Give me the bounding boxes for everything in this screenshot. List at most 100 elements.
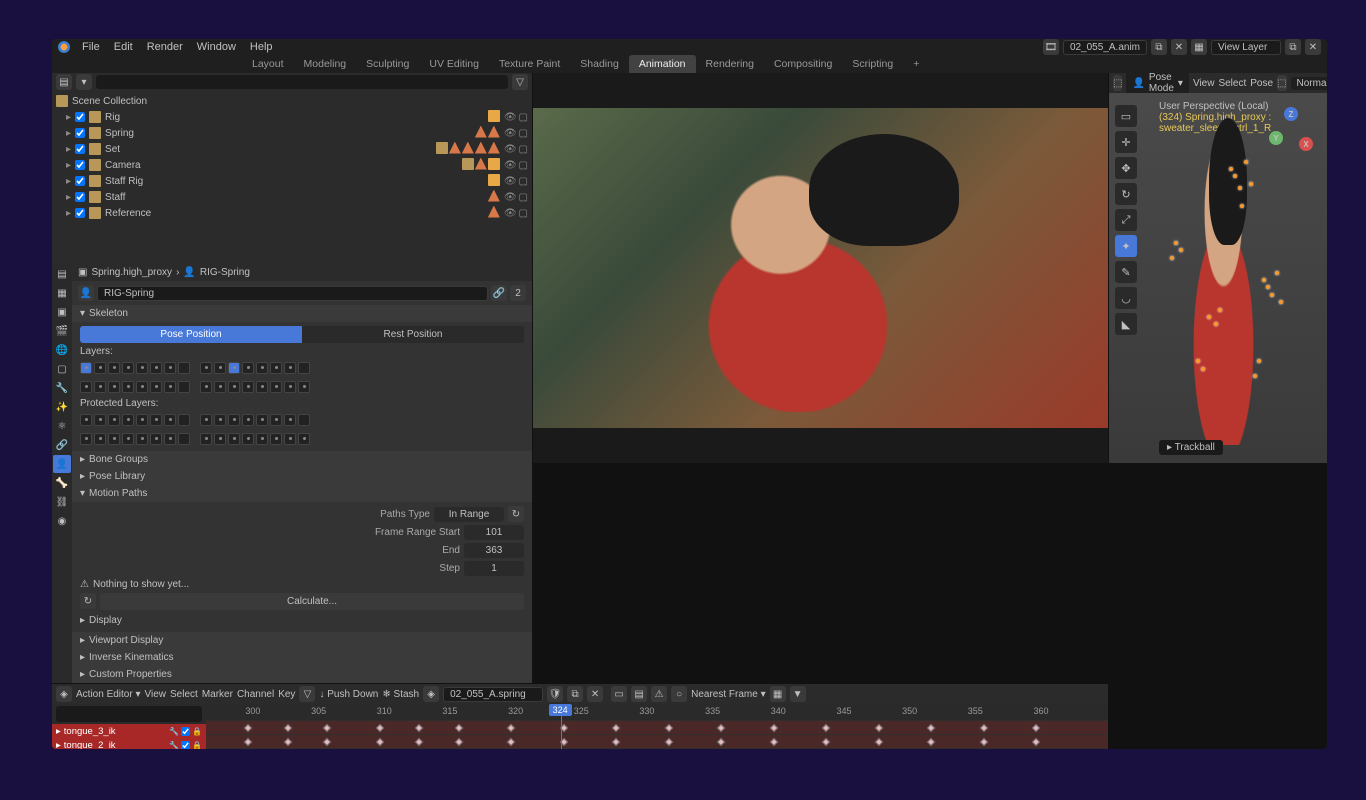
snap-mode-dropdown[interactable]: Nearest Frame ▾ bbox=[691, 689, 766, 700]
keyframe[interactable] bbox=[822, 738, 830, 746]
eye-icon[interactable]: 👁 bbox=[504, 192, 517, 203]
channel-mute-checkbox[interactable] bbox=[181, 727, 190, 736]
keyframe[interactable] bbox=[980, 724, 988, 732]
prop-tab-physics-icon[interactable]: ⚛ bbox=[53, 417, 71, 435]
ds-show-sliders-icon[interactable]: ▦ bbox=[770, 686, 786, 702]
axis-y-icon[interactable]: Y bbox=[1269, 131, 1283, 145]
collection-enable-checkbox[interactable] bbox=[75, 208, 85, 218]
viewlayer-delete-icon[interactable]: ✕ bbox=[1305, 39, 1321, 55]
dopesheet-ruler[interactable]: 300305310315320325330335340345350355360 bbox=[206, 704, 1108, 720]
keyframe[interactable] bbox=[454, 724, 462, 732]
collection-enable-checkbox[interactable] bbox=[75, 128, 85, 138]
prop-tab-viewlayer-icon[interactable]: ▣ bbox=[53, 303, 71, 321]
key-row[interactable] bbox=[206, 734, 1108, 748]
render-visible-icon[interactable]: ▢ bbox=[519, 112, 528, 123]
render-visible-icon[interactable]: ▢ bbox=[519, 176, 528, 187]
lock-icon[interactable]: 🔒 bbox=[192, 727, 202, 736]
eye-icon[interactable]: 👁 bbox=[504, 128, 517, 139]
armature-layers-row2[interactable] bbox=[80, 381, 524, 393]
eye-icon[interactable]: 👁 bbox=[504, 160, 517, 171]
viewlayer-new-icon[interactable]: ⧉ bbox=[1285, 39, 1301, 55]
menu-edit[interactable]: Edit bbox=[108, 39, 139, 55]
scene-browse-icon[interactable]: 🎞 bbox=[1043, 39, 1059, 55]
menu-help[interactable]: Help bbox=[244, 39, 279, 55]
keyframe[interactable] bbox=[323, 738, 331, 746]
nav-gizmo[interactable]: Z X Y bbox=[1269, 107, 1313, 151]
fake-user-icon[interactable]: 🛡 bbox=[547, 686, 563, 702]
eye-icon[interactable]: 👁 bbox=[504, 144, 517, 155]
filter-icon[interactable]: ▽ bbox=[512, 74, 528, 90]
calculate-update-icon[interactable]: ↻ bbox=[80, 593, 96, 609]
keyframe[interactable] bbox=[323, 724, 331, 732]
channel-search-input[interactable] bbox=[56, 706, 202, 722]
wrench-icon[interactable]: 🔧 bbox=[169, 727, 179, 736]
render-visible-icon[interactable]: ▢ bbox=[519, 160, 528, 171]
keyframe[interactable] bbox=[875, 724, 883, 732]
render-visible-icon[interactable]: ▢ bbox=[519, 208, 528, 219]
tab-compositing[interactable]: Compositing bbox=[764, 55, 842, 73]
dopesheet-key-area[interactable]: 300305310315320325330335340345350355360 … bbox=[206, 704, 1108, 749]
panel-skeleton[interactable]: ▾ Skeleton bbox=[72, 305, 532, 322]
outliner-search-input[interactable] bbox=[96, 75, 508, 89]
ds-menu-select[interactable]: Select bbox=[170, 689, 198, 700]
keyframe[interactable] bbox=[770, 738, 778, 746]
preview-viewport[interactable] bbox=[533, 73, 1108, 463]
editor-type-icon[interactable]: ⬚ bbox=[1113, 75, 1122, 91]
collection-enable-checkbox[interactable] bbox=[75, 176, 85, 186]
outliner-mode-icon[interactable]: ▤ bbox=[56, 74, 72, 90]
keyframe[interactable] bbox=[927, 738, 935, 746]
outliner-item[interactable]: ▸ Camera 👁 ▢ bbox=[52, 157, 532, 173]
keyframe[interactable] bbox=[664, 724, 672, 732]
tab-layout[interactable]: Layout bbox=[242, 55, 294, 73]
keyframe[interactable] bbox=[980, 738, 988, 746]
scene-new-icon[interactable]: ⧉ bbox=[1151, 39, 1167, 55]
tool-rotate-icon[interactable]: ↻ bbox=[1115, 183, 1137, 205]
viewlayer-browse-icon[interactable]: ▦ bbox=[1191, 39, 1207, 55]
armature-layers[interactable] bbox=[80, 362, 524, 374]
frame-end-field[interactable]: 363 bbox=[464, 543, 524, 558]
ds-proportional-icon[interactable]: ○ bbox=[671, 686, 687, 702]
keyframe[interactable] bbox=[612, 724, 620, 732]
keyframe[interactable] bbox=[284, 724, 292, 732]
channel-row[interactable]: ▸ tongue_3_ik 🔧 🔒 bbox=[52, 724, 206, 738]
dopesheet-mode-dropdown[interactable]: Action Editor ▾ bbox=[76, 689, 141, 700]
panel-viewport-display[interactable]: ▸ Viewport Display bbox=[72, 632, 532, 649]
tool-transform-icon[interactable]: ✦ bbox=[1115, 235, 1137, 257]
eye-icon[interactable]: 👁 bbox=[504, 112, 517, 123]
menu-window[interactable]: Window bbox=[191, 39, 242, 55]
viewport-canvas[interactable]: ▭ ✛ ✥ ↻ ⤢ ✦ ✎ ◡ ◣ User Perspective (Loca… bbox=[1109, 93, 1327, 463]
scene-delete-icon[interactable]: ✕ bbox=[1171, 39, 1187, 55]
scene-name-field[interactable]: 02_055_A.anim bbox=[1063, 40, 1147, 55]
outliner-item[interactable]: ▸ Set 👁 ▢ bbox=[52, 141, 532, 157]
rest-position-toggle[interactable]: Rest Position bbox=[302, 326, 524, 343]
ds-summary-icon[interactable]: ▤ bbox=[631, 686, 647, 702]
axis-x-icon[interactable]: X bbox=[1299, 137, 1313, 151]
keyframe[interactable] bbox=[927, 724, 935, 732]
tool-move-icon[interactable]: ✥ bbox=[1115, 157, 1137, 179]
keyframe[interactable] bbox=[244, 738, 252, 746]
prop-tab-output-icon[interactable]: ▦ bbox=[53, 284, 71, 302]
mode-dropdown[interactable]: 👤 Pose Mode ▾ bbox=[1126, 73, 1189, 95]
push-down-button[interactable]: ↓ Push Down bbox=[319, 689, 378, 700]
orientation-icon[interactable]: ⬚ bbox=[1277, 75, 1286, 91]
keyframe[interactable] bbox=[507, 738, 515, 746]
keyframe[interactable] bbox=[507, 724, 515, 732]
lock-icon[interactable]: 🔒 bbox=[192, 741, 202, 750]
panel-pose-library[interactable]: ▸ Pose Library bbox=[72, 468, 532, 485]
vp-menu-view[interactable]: View bbox=[1193, 78, 1215, 89]
fake-user-icon[interactable]: 🔗 bbox=[491, 285, 507, 301]
outliner-item[interactable]: ▸ Staff 👁 ▢ bbox=[52, 189, 532, 205]
playhead[interactable]: 324 bbox=[561, 704, 562, 749]
prop-tab-world-icon[interactable]: 🌐 bbox=[53, 341, 71, 359]
keyframe[interactable] bbox=[375, 738, 383, 746]
keyframe[interactable] bbox=[415, 738, 423, 746]
panel-inverse-kinematics[interactable]: ▸ Inverse Kinematics bbox=[72, 649, 532, 666]
action-browse-icon[interactable]: ◈ bbox=[423, 686, 439, 702]
keyframe[interactable] bbox=[1032, 738, 1040, 746]
ds-warning-icon[interactable]: ⚠ bbox=[651, 686, 667, 702]
keyframe[interactable] bbox=[454, 738, 462, 746]
eye-icon[interactable]: 👁 bbox=[504, 208, 517, 219]
armature-name-field[interactable]: RIG-Spring bbox=[97, 286, 488, 301]
tool-breakdown-icon[interactable]: ◣ bbox=[1115, 313, 1137, 335]
frame-start-field[interactable]: 101 bbox=[464, 525, 524, 540]
